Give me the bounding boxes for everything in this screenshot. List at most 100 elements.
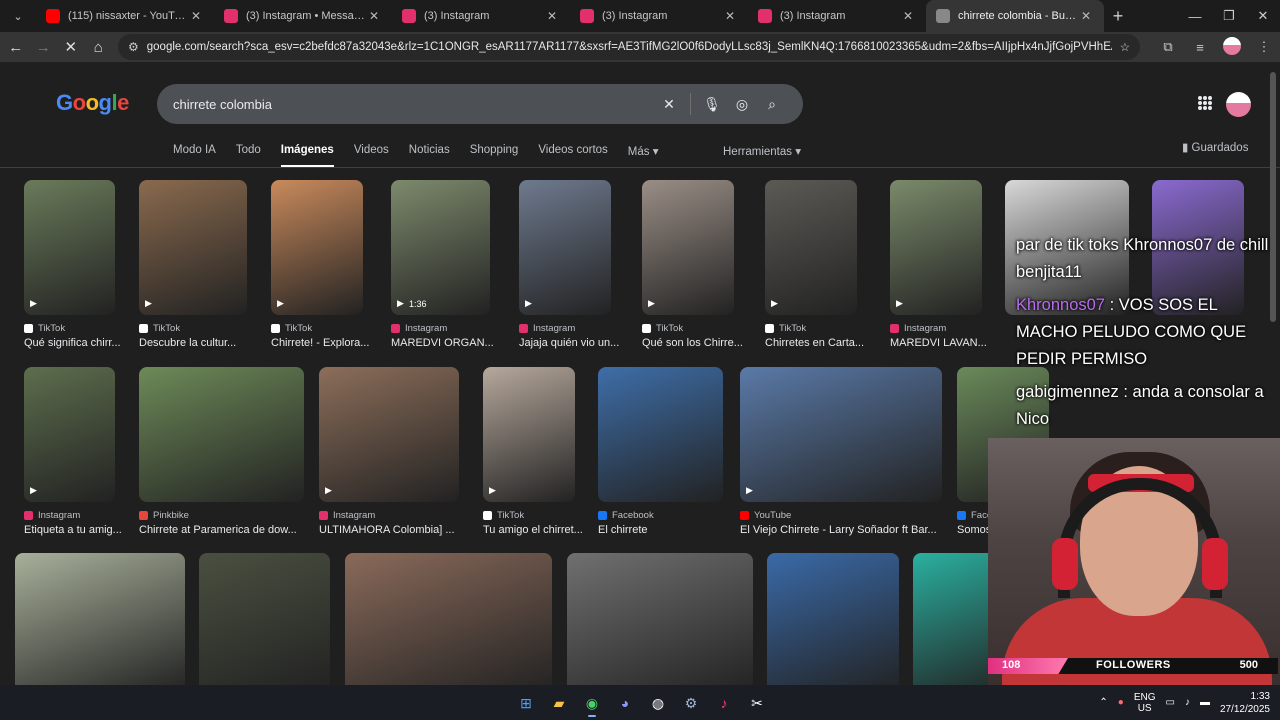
result-source[interactable]: Instagram	[391, 323, 490, 334]
result-source[interactable]: Instagram	[319, 510, 459, 521]
result-thumbnail[interactable]: ▶	[24, 180, 115, 315]
stop-button[interactable]: ✕	[59, 38, 83, 56]
result-caption[interactable]: Etiqueta a tu amig...	[24, 524, 155, 536]
search-icon[interactable]: ⌕	[757, 96, 787, 113]
result-thumbnail[interactable]	[199, 553, 330, 685]
result-caption[interactable]: Qué son los Chirre...	[642, 337, 774, 349]
result-thumbnail[interactable]: ▶	[519, 180, 611, 315]
battery-icon[interactable]: ▬	[1200, 697, 1210, 708]
result-thumbnail[interactable]	[15, 553, 185, 685]
microphone-icon[interactable]: 🎙	[697, 96, 727, 113]
image-result-card[interactable]	[567, 553, 753, 685]
maximize-button[interactable]: ❐	[1212, 0, 1246, 32]
google-logo[interactable]: Google	[56, 90, 129, 116]
result-thumbnail[interactable]: ▶	[642, 180, 734, 315]
result-caption[interactable]: Descubre la cultur...	[139, 337, 287, 349]
filter-tab[interactable]: Videos	[354, 144, 389, 168]
result-source[interactable]: TikTok	[642, 323, 734, 334]
result-caption[interactable]: MAREDVI LAVAN...	[890, 337, 1022, 349]
forward-button[interactable]: →	[32, 39, 56, 56]
media-icon[interactable]: ≡	[1184, 40, 1216, 55]
minimize-button[interactable]: —	[1178, 0, 1212, 32]
result-source[interactable]: TikTok	[271, 323, 363, 334]
result-caption[interactable]: Chirrete! - Explora...	[271, 337, 403, 349]
capcut-icon[interactable]: ✂	[743, 689, 771, 717]
start-button[interactable]: ⊞	[512, 689, 540, 717]
clear-icon[interactable]: ✕	[654, 96, 684, 113]
chevron-up-icon[interactable]: ⌃	[1099, 697, 1107, 708]
tab-close-icon[interactable]: ✕	[366, 9, 382, 23]
new-tab-button[interactable]: +	[1104, 6, 1132, 27]
chrome-icon[interactable]: ◉	[578, 689, 606, 717]
result-caption[interactable]: Chirrete at Paramerica de dow...	[139, 524, 344, 536]
result-thumbnail[interactable]	[567, 553, 753, 685]
result-thumbnail[interactable]: ▶	[319, 367, 459, 502]
browser-tab[interactable]: (3) Instagram • Messages ✕	[214, 0, 392, 32]
network-icon[interactable]: ▭	[1165, 697, 1174, 708]
tab-close-icon[interactable]: ✕	[544, 9, 560, 23]
tab-close-icon[interactable]: ✕	[722, 9, 738, 23]
account-avatar[interactable]	[1226, 92, 1251, 117]
result-caption[interactable]: Jajaja quién vio un...	[519, 337, 651, 349]
steam-icon[interactable]: ⚙	[677, 689, 705, 717]
site-info-icon[interactable]: ⚙	[128, 40, 139, 54]
result-caption[interactable]: MAREDVI ORGAN...	[391, 337, 530, 349]
filter-tab[interactable]: Shopping	[470, 144, 519, 168]
clock[interactable]: 1:33 27/12/2025	[1220, 690, 1270, 716]
image-result-card[interactable]: ▶ TikTok Chirrete! - Explora...	[271, 180, 369, 349]
result-caption[interactable]: Chirretes en Carta...	[765, 337, 897, 349]
result-source[interactable]: TikTok	[139, 323, 247, 334]
image-result-card[interactable]: ▶ TikTok Chirretes en Carta...	[765, 180, 864, 349]
browser-tab[interactable]: (3) Instagram ✕	[748, 0, 926, 32]
image-result-card[interactable]: ▶ 1:36 Instagram MAREDVI ORGAN...	[391, 180, 494, 349]
result-source[interactable]: TikTok	[24, 323, 115, 334]
result-caption[interactable]: El Viejo Chirrete - Larry Soñador ft Bar…	[740, 524, 982, 536]
back-button[interactable]: ←	[4, 39, 28, 56]
address-bar[interactable]: ⚙ google.com/search?sca_esv=c2befdc87a32…	[118, 34, 1140, 60]
tools-dropdown[interactable]: Herramientas ▾	[723, 144, 801, 158]
result-source[interactable]: Facebook	[598, 510, 723, 521]
search-box[interactable]: ✕ 🎙 ◎ ⌕	[157, 84, 803, 124]
apps-grid-icon[interactable]	[1198, 96, 1212, 110]
image-result-card[interactable]: ▶ Instagram Etiqueta a tu amig...	[24, 367, 122, 536]
image-result-card[interactable]: Facebook El chirrete	[598, 367, 723, 536]
bookmark-star-icon[interactable]: ☆	[1120, 40, 1130, 54]
result-source[interactable]: Instagram	[890, 323, 982, 334]
obs-icon[interactable]: ◍	[644, 689, 672, 717]
browser-tab[interactable]: chirrete colombia - Buscar con Google✕	[926, 0, 1104, 32]
search-input[interactable]	[173, 96, 654, 112]
image-result-card[interactable]: ▶ TikTok Qué son los Chirre...	[642, 180, 743, 349]
volume-icon[interactable]: ♪	[1185, 697, 1190, 708]
result-thumbnail[interactable]: ▶	[24, 367, 115, 502]
image-result-card[interactable]	[199, 553, 330, 685]
image-result-card[interactable]: Pinkbike Chirrete at Paramerica de dow...	[139, 367, 304, 536]
lens-icon[interactable]: ◎	[727, 96, 757, 113]
image-result-card[interactable]: ▶ TikTok Qué significa chirr...	[24, 180, 121, 349]
profile-avatar-button[interactable]	[1216, 36, 1248, 58]
tab-close-icon[interactable]: ✕	[188, 9, 204, 23]
result-source[interactable]: Instagram	[519, 323, 611, 334]
tab-close-icon[interactable]: ✕	[1078, 9, 1094, 23]
browser-tab[interactable]: (3) Instagram ✕	[392, 0, 570, 32]
filter-tab[interactable]: Todo	[236, 144, 261, 168]
image-result-card[interactable]	[15, 553, 185, 685]
result-thumbnail[interactable]: ▶	[483, 367, 575, 502]
result-thumbnail[interactable]	[345, 553, 552, 685]
filter-tab[interactable]: Imágenes	[280, 144, 334, 168]
result-thumbnail[interactable]: ▶	[139, 180, 247, 315]
tiktok-icon[interactable]: ♪	[710, 689, 738, 717]
discord-icon[interactable]: ◕	[611, 689, 639, 717]
image-result-card[interactable]: ▶ TikTok Descubre la cultur...	[139, 180, 247, 349]
microphone-tray-icon[interactable]: ●	[1118, 697, 1124, 708]
home-button[interactable]: ⌂	[87, 39, 111, 56]
image-result-card[interactable]: ▶ YouTube El Viejo Chirrete - Larry Soñado…	[740, 367, 942, 536]
tab-close-icon[interactable]: ✕	[900, 9, 916, 23]
close-window-button[interactable]: ✕	[1246, 0, 1280, 32]
filter-tab[interactable]: Videos cortos	[538, 144, 607, 168]
menu-icon[interactable]: ⋮	[1248, 39, 1280, 55]
image-result-card[interactable]: ▶ TikTok Tu amigo el chirret...	[483, 367, 583, 536]
image-result-card[interactable]: ▶ Instagram Jajaja quién vio un...	[519, 180, 619, 349]
result-source[interactable]: TikTok	[483, 510, 575, 521]
result-source[interactable]: YouTube	[740, 510, 942, 521]
extensions-icon[interactable]: ⧉	[1152, 39, 1184, 55]
